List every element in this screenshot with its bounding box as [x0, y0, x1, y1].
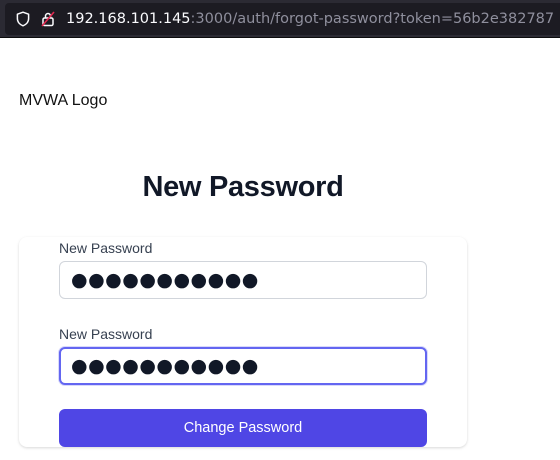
url-host: 192.168.101.145: [66, 11, 191, 27]
confirm-password-label: New Password: [59, 326, 153, 342]
change-password-button[interactable]: Change Password: [59, 409, 427, 447]
new-password-input[interactable]: ●●●●●●●●●●●: [59, 261, 427, 299]
lock-icon[interactable]: [40, 11, 56, 27]
page-title: New Password: [142, 171, 344, 203]
url-text[interactable]: 192.168.101.145:3000/auth/forgot-passwor…: [66, 10, 560, 28]
address-bar[interactable]: 192.168.101.145:3000/auth/forgot-passwor…: [5, 3, 560, 35]
browser-toolbar: 192.168.101.145:3000/auth/forgot-passwor…: [0, 0, 560, 38]
logo[interactable]: MVWA Logo: [19, 91, 107, 111]
url-path: :3000/auth/forgot-password?token=56b2e38…: [190, 11, 555, 27]
new-password-label: New Password: [59, 240, 153, 256]
confirm-password-input[interactable]: ●●●●●●●●●●●: [59, 347, 427, 385]
shield-icon[interactable]: [15, 11, 31, 27]
